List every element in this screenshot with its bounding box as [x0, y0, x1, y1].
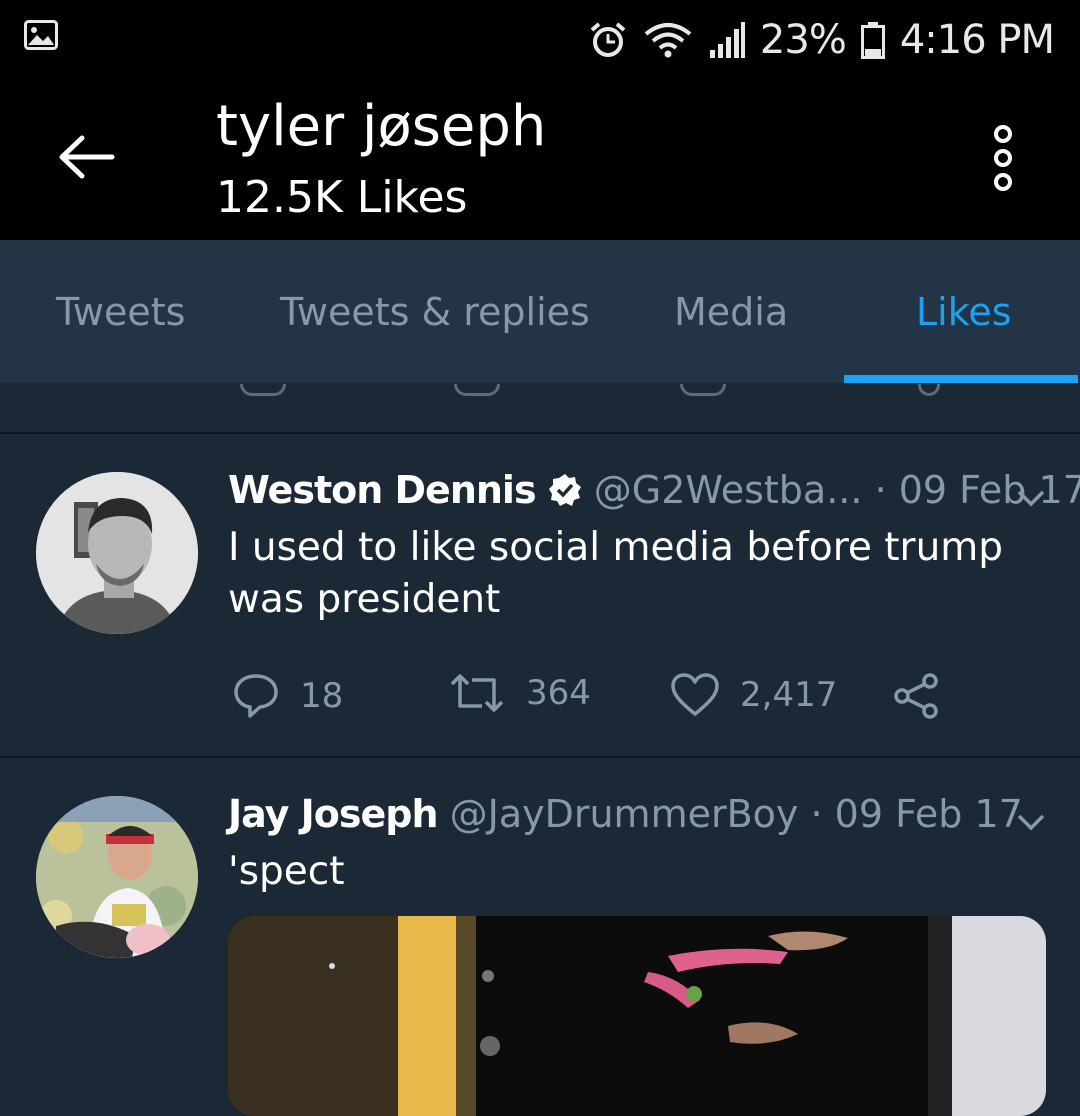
retweet-icon: [450, 674, 504, 712]
back-arrow-icon[interactable]: [56, 132, 116, 182]
likes-count: 12.5K Likes: [216, 172, 468, 223]
battery-percent: 23%: [759, 17, 847, 63]
verified-badge-icon: [548, 474, 581, 506]
tab-likes[interactable]: Likes: [916, 290, 1012, 334]
tab-tweets-and-replies[interactable]: Tweets & replies: [280, 290, 590, 334]
share-icon: [894, 673, 938, 719]
alarm-icon: [590, 22, 626, 57]
signal-icon: [709, 22, 745, 58]
avatar[interactable]: [36, 472, 198, 634]
profile-name: tyler jøseph: [216, 94, 547, 159]
reply-icon: [234, 674, 278, 718]
like-count: 2,417: [740, 675, 838, 715]
heart-icon: [671, 673, 719, 716]
reply-count: 18: [300, 676, 344, 716]
tweet-media-image[interactable]: [228, 916, 1046, 1116]
retweet-button[interactable]: 364: [448, 672, 591, 714]
active-tab-indicator: [844, 375, 1078, 383]
tweet-card[interactable]: Weston Dennis @G2Westba... · 09 Feb 17 I…: [0, 434, 1080, 756]
gallery-notification-icon: [24, 20, 58, 50]
more-options-icon[interactable]: [988, 124, 1018, 192]
author-name[interactable]: Weston Dennis: [228, 468, 537, 512]
tweet-date: · 09 Feb 17: [810, 792, 1023, 836]
profile-header: tyler jøseph 12.5K Likes: [0, 80, 1080, 240]
retweet-count: 364: [526, 673, 591, 713]
tweet-header: Jay Joseph @JayDrummerBoy · 09 Feb 17: [228, 792, 1023, 836]
tweet-actions: 18 364 2,417: [228, 672, 988, 722]
wifi-icon: [644, 23, 692, 58]
battery-icon: [860, 22, 885, 59]
avatar[interactable]: [36, 796, 198, 958]
tab-tweets[interactable]: Tweets: [56, 290, 185, 334]
tweet-date: · 09 Feb 17: [874, 468, 1080, 512]
previous-tweet-actions-clipped: [0, 384, 1080, 398]
chevron-down-icon[interactable]: [1016, 488, 1046, 508]
tweet-header: Weston Dennis @G2Westba... · 09 Feb 17: [228, 468, 1080, 512]
status-icons: 23% 4:16 PM: [588, 10, 1055, 70]
clock: 4:16 PM: [899, 17, 1055, 63]
reply-button[interactable]: 18: [232, 672, 343, 720]
like-button[interactable]: 2,417: [670, 672, 837, 718]
status-bar: 23% 4:16 PM: [0, 0, 1080, 80]
profile-tabs: Tweets Tweets & replies Media Likes: [0, 240, 1080, 383]
chevron-down-icon[interactable]: [1016, 812, 1046, 832]
share-button[interactable]: [892, 672, 940, 720]
author-handle[interactable]: @G2Westba...: [594, 468, 863, 512]
author-name[interactable]: Jay Joseph: [228, 792, 439, 836]
tab-media[interactable]: Media: [674, 290, 788, 334]
tweet-text: 'spect: [228, 849, 345, 894]
tweet-text: I used to like social media before trump…: [228, 525, 1004, 622]
author-handle[interactable]: @JayDrummerBoy: [450, 792, 799, 836]
